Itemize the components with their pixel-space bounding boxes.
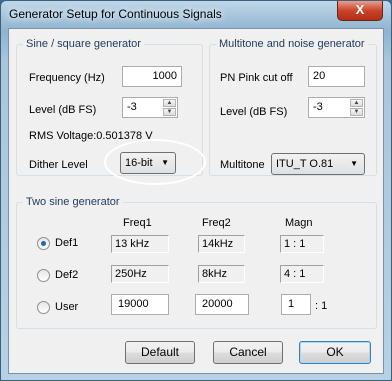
two-sine-legend: Two sine generator — [26, 196, 120, 208]
spin-up-icon[interactable]: ▲ — [350, 99, 363, 107]
def1-magn-value: 1 : 1 — [280, 235, 324, 253]
def1-label: Def1 — [55, 237, 79, 249]
chevron-down-icon: ▼ — [350, 159, 358, 168]
pink-cutoff-input[interactable]: 20 — [308, 66, 365, 87]
frequency-label: Frequency (Hz) — [29, 72, 105, 84]
window-title: Generator Setup for Continuous Signals — [9, 7, 222, 21]
generator-setup-dialog: Generator Setup for Continuous Signals X… — [0, 0, 392, 381]
cancel-button[interactable]: Cancel — [213, 341, 283, 364]
def1-freq1-value: 13 kHz — [111, 235, 169, 253]
spin-up-icon[interactable]: ▲ — [163, 99, 176, 107]
highlight-ellipse — [104, 139, 206, 185]
sine-level-spinbox[interactable]: -3 ▲ ▼ — [122, 97, 178, 118]
multitone-level-label: Level (dB FS) — [220, 106, 288, 118]
user-magn-input[interactable]: 1 — [281, 294, 311, 315]
user-freq1-input[interactable]: 19000 — [111, 294, 169, 315]
def2-magn-value: 4 : 1 — [280, 265, 324, 283]
ok-button[interactable]: OK — [299, 341, 371, 364]
multitone-select[interactable]: ITU_T O.81 ▼ — [271, 153, 365, 175]
def2-radio[interactable] — [37, 269, 50, 282]
def1-freq2-value: 14kHz — [198, 235, 245, 253]
magn-header: Magn — [285, 217, 313, 229]
multitone-legend: Multitone and noise generator — [219, 38, 365, 50]
def2-label: Def2 — [55, 269, 79, 281]
user-freq2-input[interactable]: 20000 — [195, 294, 249, 315]
sine-level-value: -3 — [127, 101, 137, 113]
def2-freq2-value: 8kHz — [198, 265, 245, 283]
dither-level-label: Dither Level — [29, 159, 88, 171]
spin-down-icon[interactable]: ▼ — [163, 108, 176, 116]
multitone-level-spinbox[interactable]: -3 ▲ ▼ — [308, 97, 365, 118]
multitone-value: ITU_T O.81 — [276, 158, 334, 170]
dialog-client-area: Sine / square generator Frequency (Hz) 1… — [8, 28, 384, 374]
title-bar[interactable]: Generator Setup for Continuous Signals X — [1, 1, 391, 27]
pink-cutoff-label: PN Pink cut off — [220, 72, 293, 84]
sine-square-legend: Sine / square generator — [26, 38, 141, 50]
close-icon: X — [355, 2, 365, 17]
multitone-label: Multitone — [220, 159, 265, 171]
def2-freq1-value: 250Hz — [111, 265, 169, 283]
user-radio[interactable] — [37, 301, 50, 314]
def1-radio[interactable] — [37, 237, 50, 250]
user-magn-suffix: : 1 — [315, 300, 328, 312]
default-button[interactable]: Default — [125, 341, 195, 364]
freq1-header: Freq1 — [123, 217, 152, 229]
multitone-level-value: -3 — [313, 101, 323, 113]
sine-level-label: Level (dB FS) — [29, 104, 97, 116]
user-label: User — [55, 301, 79, 313]
close-button[interactable]: X — [337, 1, 383, 21]
spin-down-icon[interactable]: ▼ — [350, 108, 363, 116]
frequency-input[interactable]: 1000 — [122, 66, 182, 87]
freq2-header: Freq2 — [202, 217, 231, 229]
